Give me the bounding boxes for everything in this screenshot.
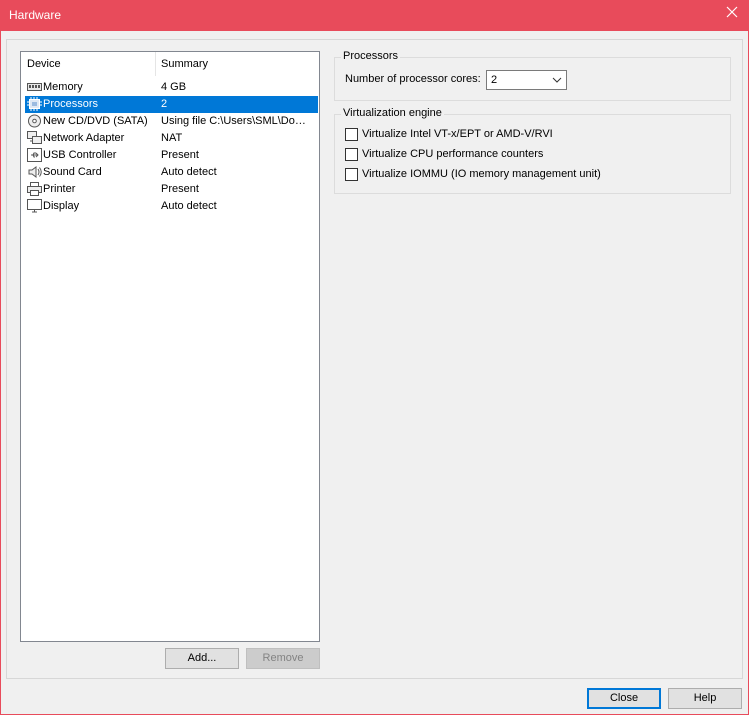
device-row-cd-dvd[interactable]: New CD/DVD (SATA) Using file C:\Users\SM…	[25, 113, 318, 130]
cd-dvd-icon	[27, 114, 42, 128]
processor-cores-label: Number of processor cores:	[345, 73, 481, 85]
device-row-usb-controller[interactable]: USB Controller Present	[25, 147, 318, 164]
device-name: Memory	[43, 81, 83, 93]
device-name: Processors	[43, 98, 99, 110]
content-panel: Device Summary Memory 4 GB Processors 2	[6, 39, 743, 679]
network-adapter-icon	[27, 131, 42, 145]
checkbox-label: Virtualize CPU performance counters	[362, 148, 544, 160]
speaker-icon	[27, 165, 42, 179]
device-summary: NAT	[161, 132, 183, 144]
device-name: Network Adapter	[43, 132, 125, 144]
device-name: Printer	[43, 183, 76, 195]
usb-icon	[27, 148, 42, 162]
processors-group: Processors Number of processor cores: 2	[334, 50, 731, 101]
processor-cores-value: 2	[491, 74, 498, 86]
window-title: Hardware	[9, 8, 62, 22]
checkbox-box[interactable]	[345, 128, 358, 141]
add-button[interactable]: Add...	[165, 648, 239, 669]
virtualize-vtx-checkbox[interactable]: Virtualize Intel VT-x/EPT or AMD-V/RVI	[345, 127, 645, 143]
remove-button[interactable]: Remove	[246, 648, 320, 669]
device-summary: 2	[161, 98, 168, 110]
printer-icon	[27, 182, 42, 196]
device-summary: Auto detect	[161, 200, 217, 212]
close-icon[interactable]	[724, 6, 740, 22]
device-row-printer[interactable]: Printer Present	[25, 181, 318, 198]
device-list: Device Summary Memory 4 GB Processors 2	[20, 51, 320, 642]
device-summary: Auto detect	[161, 166, 217, 178]
memory-icon	[27, 80, 42, 94]
device-summary: Present	[161, 149, 199, 161]
device-row-network-adapter[interactable]: Network Adapter NAT	[25, 130, 318, 147]
checkbox-label: Virtualize IOMMU (IO memory management u…	[362, 168, 601, 180]
help-button[interactable]: Help	[668, 688, 742, 709]
column-separator[interactable]	[155, 52, 156, 76]
processors-group-label: Processors	[341, 50, 401, 62]
device-list-header: Device Summary	[21, 52, 319, 76]
device-summary: Using file C:\Users\SML\Dow...	[161, 115, 311, 127]
virtualize-iommu-checkbox[interactable]: Virtualize IOMMU (IO memory management u…	[345, 167, 645, 183]
virtualize-cpu-counters-checkbox[interactable]: Virtualize CPU performance counters	[345, 147, 645, 163]
device-row-memory[interactable]: Memory 4 GB	[25, 79, 318, 96]
close-button[interactable]: Close	[587, 688, 661, 709]
checkbox-label: Virtualize Intel VT-x/EPT or AMD-V/RVI	[362, 128, 553, 140]
processor-cores-select[interactable]: 2	[486, 70, 567, 90]
virtualization-group-label: Virtualization engine	[341, 107, 444, 119]
device-name: USB Controller	[43, 149, 117, 161]
column-header-device[interactable]: Device	[27, 58, 61, 70]
device-name: Display	[43, 200, 80, 212]
chevron-down-icon	[552, 75, 562, 85]
title-bar: Hardware	[1, 1, 748, 31]
device-name: Sound Card	[43, 166, 102, 178]
device-summary: 4 GB	[161, 81, 187, 93]
hardware-dialog: Hardware Device Summary Memory 4 GB Proc…	[0, 0, 749, 715]
monitor-icon	[27, 199, 42, 213]
column-header-summary[interactable]: Summary	[161, 58, 208, 70]
device-name: New CD/DVD (SATA)	[43, 115, 148, 127]
processor-icon	[27, 97, 42, 111]
checkbox-box[interactable]	[345, 168, 358, 181]
device-row-processors[interactable]: Processors 2	[25, 96, 318, 113]
device-summary: Present	[161, 183, 199, 195]
device-row-sound-card[interactable]: Sound Card Auto detect	[25, 164, 318, 181]
virtualization-group: Virtualization engine Virtualize Intel V…	[334, 107, 731, 194]
device-row-display[interactable]: Display Auto detect	[25, 198, 318, 215]
checkbox-box[interactable]	[345, 148, 358, 161]
